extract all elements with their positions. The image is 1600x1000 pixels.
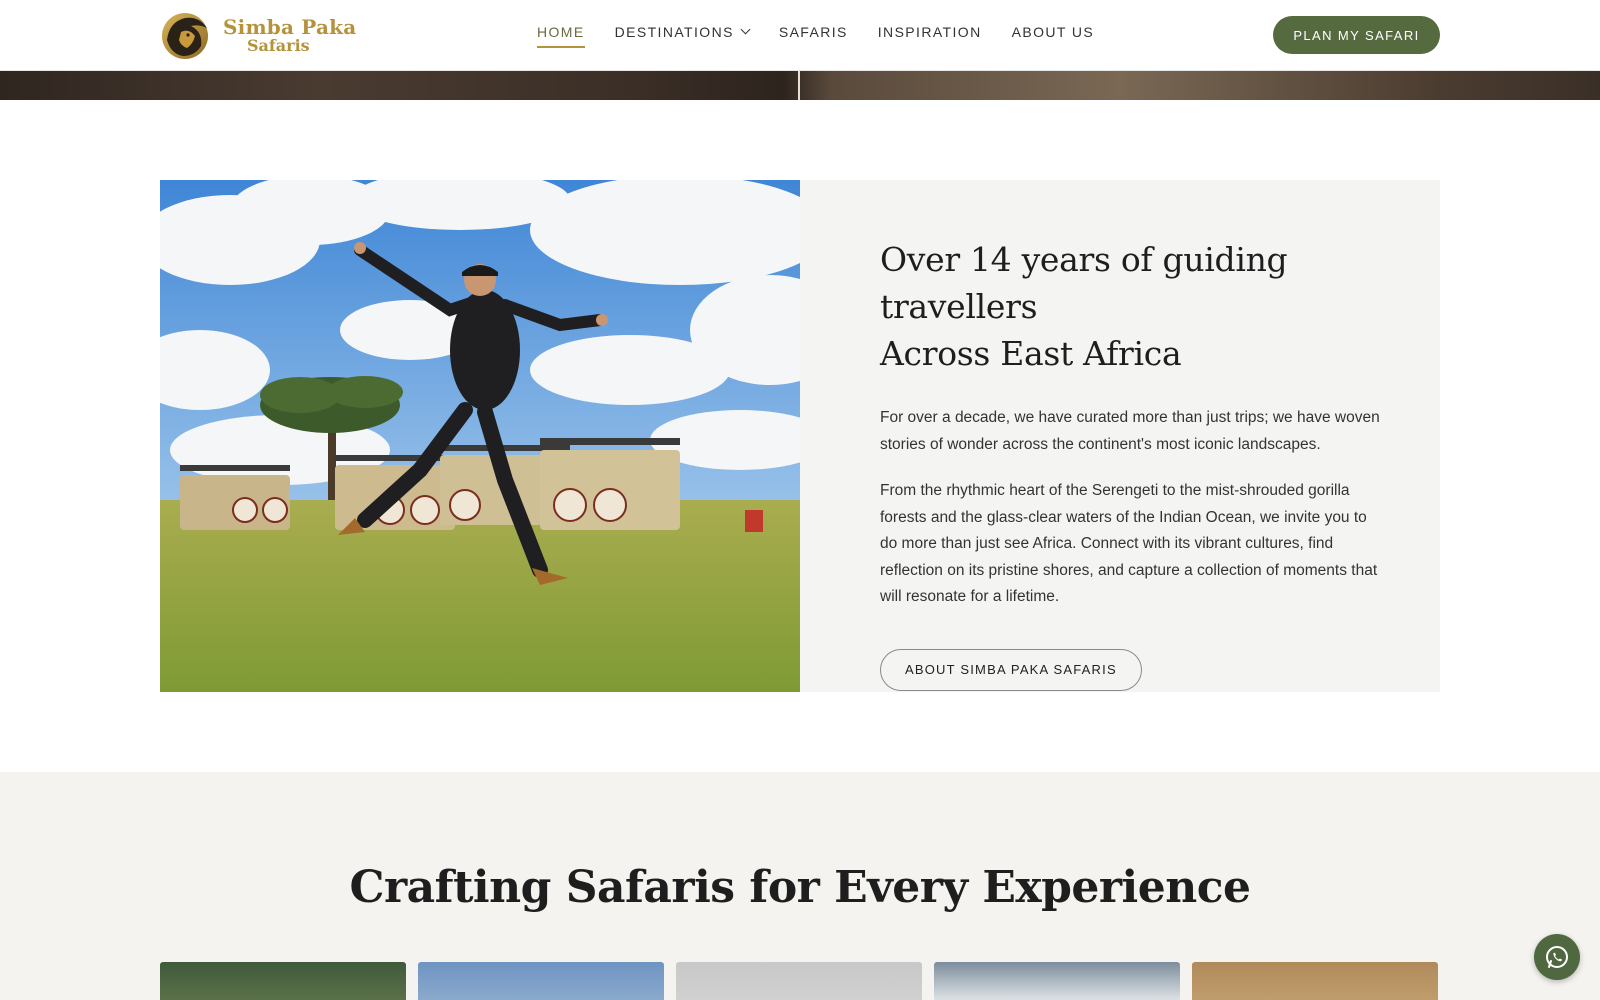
about-paragraph-1: For over a decade, we have curated more … xyxy=(880,409,1380,453)
traveller-jumping-photo xyxy=(160,180,800,692)
main-nav: HOME DESTINATIONS SAFARIS INSPIRATION AB… xyxy=(537,24,1094,48)
loading-card[interactable] xyxy=(676,962,922,1000)
forest-card[interactable] xyxy=(160,962,406,1000)
about-title: Over 14 years of guiding travellers Acro… xyxy=(880,240,1288,373)
plan-my-safari-button[interactable]: PLAN MY SAFARI xyxy=(1273,16,1440,54)
hero-image-strip xyxy=(0,71,1600,100)
nav-inspiration[interactable]: INSPIRATION xyxy=(878,24,982,48)
experience-cards xyxy=(160,962,1440,1000)
mountain-card[interactable] xyxy=(934,962,1180,1000)
nav-safaris[interactable]: SAFARIS xyxy=(779,24,848,48)
nav-home[interactable]: HOME xyxy=(537,24,585,48)
whatsapp-icon xyxy=(1546,946,1568,968)
desert-card[interactable] xyxy=(1192,962,1438,1000)
experiences-title: Crafting Safaris for Every Experience xyxy=(349,862,1251,913)
about-section: Over 14 years of guiding travellers Acro… xyxy=(160,180,1440,692)
safari-photo-illustration xyxy=(160,180,800,692)
beach-card[interactable] xyxy=(418,962,664,1000)
experiences-section: Crafting Safaris for Every Experience xyxy=(0,772,1600,1000)
lion-head-icon xyxy=(162,13,208,59)
about-simba-paka-button[interactable]: ABOUT SIMBA PAKA SAFARIS xyxy=(880,648,1142,691)
whatsapp-button[interactable] xyxy=(1534,934,1580,980)
about-content: Over 14 years of guiding travellers Acro… xyxy=(880,236,1380,691)
hero-divider xyxy=(798,71,800,100)
brand-subname: Safaris xyxy=(247,35,310,55)
brand-name: Simba Paka xyxy=(223,14,357,39)
about-paragraph-2: From the rhythmic heart of the Serengeti… xyxy=(880,482,1378,605)
brand-logo[interactable]: Simba Paka Safaris xyxy=(159,10,356,60)
chevron-down-icon xyxy=(740,24,751,35)
nav-destinations[interactable]: DESTINATIONS xyxy=(615,24,751,48)
nav-about-us[interactable]: ABOUT US xyxy=(1012,24,1095,48)
site-header: Simba Paka Safaris HOME DESTINATIONS SAF… xyxy=(0,0,1600,71)
